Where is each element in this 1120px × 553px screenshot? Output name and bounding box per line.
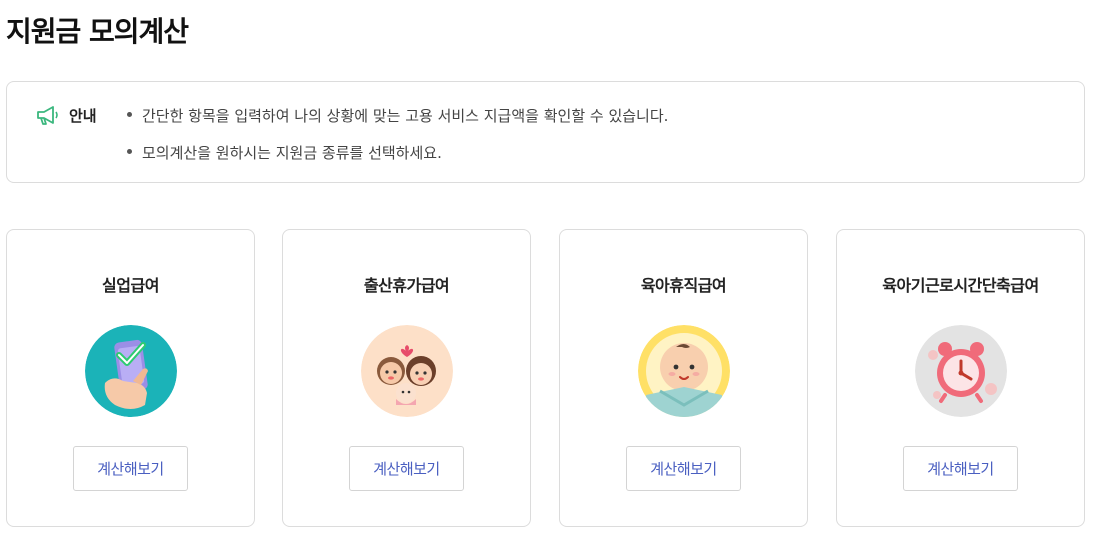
card-title: 육아휴직급여 xyxy=(640,276,727,295)
card-parental-leave-benefit: 육아휴직급여 계산해보기 xyxy=(559,229,808,527)
card-title: 육아기근로시간단축급여 xyxy=(882,276,1039,295)
notice-line: 간단한 항목을 입력하여 나의 상황에 맞는 고용 서비스 지급액을 확인할 수… xyxy=(127,105,668,126)
card-title: 출산휴가급여 xyxy=(363,276,450,295)
notice-box: 안내 간단한 항목을 입력하여 나의 상황에 맞는 고용 서비스 지급액을 확인… xyxy=(6,81,1085,183)
card-unemployment-benefit: 실업급여 계산해보기 xyxy=(6,229,255,527)
baby-icon xyxy=(638,325,730,417)
calculate-button[interactable]: 계산해보기 xyxy=(349,446,464,491)
notice-line: 모의계산을 원하시는 지원금 종류를 선택하세요. xyxy=(127,142,442,163)
card-maternity-leave-benefit: 출산휴가급여 계산해보기 xyxy=(282,229,531,527)
calculate-button[interactable]: 계산해보기 xyxy=(903,446,1018,491)
card-reduced-working-hours-benefit: 육아기근로시간단축급여 계산해보기 xyxy=(836,229,1085,527)
page-title: 지원금 모의계산 xyxy=(6,15,189,48)
calculate-button[interactable]: 계산해보기 xyxy=(626,446,741,491)
phone-check-icon xyxy=(85,325,177,417)
calculate-button[interactable]: 계산해보기 xyxy=(73,446,188,491)
alarm-clock-icon xyxy=(915,325,1007,417)
notice-label: 안내 xyxy=(69,107,97,125)
family-icon xyxy=(361,325,453,417)
megaphone-icon xyxy=(35,104,59,126)
card-title: 실업급여 xyxy=(102,276,159,295)
